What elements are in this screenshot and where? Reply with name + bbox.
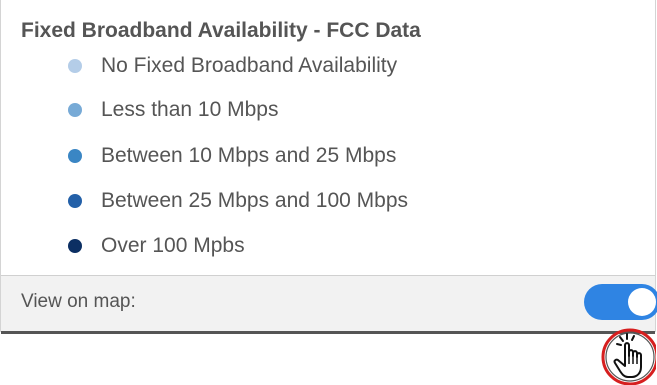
legend-item-10-to-25: Between 10 Mbps and 25 Mbps [68,141,396,171]
hand-pointer-click-svg [601,328,656,385]
view-on-map-label: View on map: [21,291,136,312]
legend-item-25-to-100: Between 25 Mbps and 100 Mbps [68,186,408,216]
legend-label: Less than 10 Mbps [101,98,279,121]
legend-label: Between 25 Mbps and 100 Mbps [101,189,409,212]
legend-swatch-icon [68,149,82,163]
toggle-knob [628,288,656,316]
legend-item-no-availability: No Fixed Broadband Availability [68,51,397,81]
panel-title: Fixed Broadband Availability - FCC Data [21,19,421,42]
legend-swatch-icon [68,59,82,73]
legend-item-over-100: Over 100 Mpbs [68,231,245,261]
legend-swatch-icon [68,239,82,253]
view-on-map-toggle[interactable] [584,284,657,320]
view-on-map-row: View on map: [1,275,657,334]
legend-label: No Fixed Broadband Availability [101,54,398,77]
hand-pointer-click-icon [600,323,656,385]
legend-label: Over 100 Mpbs [101,234,245,257]
legend-item-less-than-10: Less than 10 Mbps [68,95,278,125]
legend-swatch-icon [68,194,82,208]
legend-panel: Fixed Broadband Availability - FCC Data … [0,0,657,334]
legend-swatch-icon [68,103,82,117]
legend-label: Between 10 Mbps and 25 Mbps [101,144,397,167]
